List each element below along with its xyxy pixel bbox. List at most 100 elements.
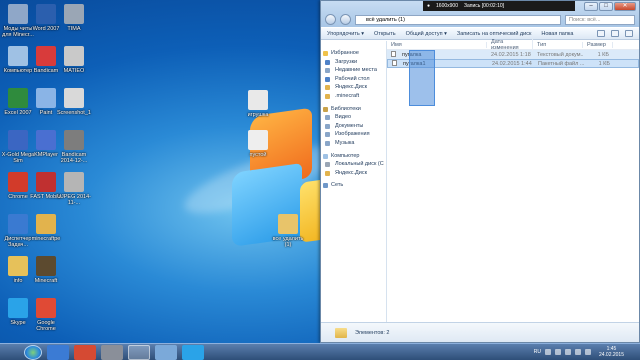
language-indicator[interactable]: RU	[534, 349, 541, 355]
desktop-icon[interactable]: minecraftpe	[28, 214, 64, 242]
nav-item[interactable]: .minecraft	[321, 92, 386, 101]
system-tray: RU 1:45 24.02.2015	[534, 346, 640, 358]
desktop-shortcut-icon	[36, 130, 56, 150]
word-icon[interactable]	[155, 344, 177, 360]
maximize-button[interactable]: □	[599, 2, 613, 11]
nav-item[interactable]: Яндекс.Диск	[321, 83, 386, 92]
ie-icon[interactable]	[47, 344, 69, 360]
column-name[interactable]: Имя	[387, 42, 487, 48]
desktop-shortcut-icon	[36, 214, 56, 234]
nav-item[interactable]: Документы	[321, 122, 386, 131]
desktop-icon[interactable]: все удалить (1)	[270, 214, 306, 248]
nav-item[interactable]: Яндекс.Диск	[321, 169, 386, 178]
desktop-icon-label: Google Chrome	[36, 320, 56, 332]
file-list: Имя Дата изменения Тип Размер пугалка 24…	[387, 39, 639, 322]
details-pane: Элементов: 2	[321, 322, 639, 342]
nav-item-label: Яндекс.Диск	[335, 169, 367, 176]
batch-file-icon	[392, 60, 397, 66]
desktop-icon-label: Bandicam 2014-12-...	[60, 152, 88, 164]
explorer-icon[interactable]	[128, 344, 150, 360]
nav-item[interactable]: Загрузки	[321, 58, 386, 67]
nav-item-label: Избранное	[331, 50, 359, 56]
minimize-button[interactable]: –	[584, 2, 598, 11]
desktop-icon[interactable]: Minecraft	[28, 256, 64, 284]
window-controls: – □ ✕	[584, 2, 636, 11]
desktop-icon[interactable]: игрушка	[240, 90, 276, 118]
network-icon[interactable]	[564, 349, 571, 355]
preview-pane-icon[interactable]	[611, 30, 619, 37]
desktop-icon-label: minecraftpe	[31, 236, 61, 242]
nav-group[interactable]: Компьютер	[321, 152, 386, 161]
desktop-icon-label: KMPlayer	[34, 152, 58, 158]
nav-item[interactable]: Недавние места	[321, 66, 386, 75]
burn-button[interactable]: Записать на оптический диск	[457, 31, 531, 37]
nav-item[interactable]: Рабочий стол	[321, 75, 386, 84]
desktop-shortcut-icon	[8, 214, 28, 234]
help-icon[interactable]	[625, 30, 633, 37]
nav-item-icon	[323, 51, 328, 56]
open-button[interactable]: Открыть	[374, 31, 396, 37]
nav-item-icon	[325, 93, 330, 99]
action-center-icon[interactable]	[584, 349, 591, 355]
media-player-icon[interactable]	[101, 344, 123, 360]
volume-icon[interactable]	[574, 349, 581, 355]
recorder-resolution: 1600x900	[436, 3, 458, 9]
desktop-icon-label: MATIEO	[63, 68, 85, 74]
column-date[interactable]: Дата изменения	[487, 39, 533, 51]
address-bar[interactable]: всё удалить (1)	[355, 14, 561, 25]
desktop-shortcut-icon	[64, 130, 84, 150]
desktop-icon-label: Bandicam	[33, 68, 59, 74]
back-button[interactable]	[325, 14, 336, 25]
recorder-bar: ● 1600x900 Запись [00:02:10]	[423, 1, 575, 11]
desktop-icon[interactable]: Screenshot_1	[56, 88, 92, 116]
nav-item[interactable]: Локальный диск (C	[321, 160, 386, 169]
desktop-shortcut-icon	[36, 172, 56, 192]
clock[interactable]: 1:45 24.02.2015	[599, 346, 624, 358]
tray-icon[interactable]	[554, 349, 561, 355]
window-titlebar[interactable]: ● 1600x900 Запись [00:02:10] – □ ✕ всё у…	[321, 1, 639, 27]
desktop-shortcut-icon	[36, 4, 56, 24]
skype-icon[interactable]	[182, 344, 204, 360]
desktop-icon[interactable]: Bandicam 2014-12-...	[56, 130, 92, 164]
desktop-icon[interactable]: пустой	[240, 130, 276, 158]
column-type[interactable]: Тип	[533, 42, 583, 48]
tray-icon[interactable]	[544, 349, 551, 355]
desktop-shortcut-icon	[36, 256, 56, 276]
close-button[interactable]: ✕	[614, 2, 636, 11]
nav-group[interactable]: Сеть	[321, 181, 386, 190]
chrome-icon[interactable]	[74, 344, 96, 360]
desktop-icon[interactable]: Google Chrome	[28, 298, 64, 332]
desktop-icon-label: Minecraft	[34, 278, 58, 284]
organize-button[interactable]: Упорядочить ▾	[327, 31, 364, 37]
nav-item-icon	[323, 183, 328, 189]
navigation-pane: Избранное Загрузки Недавние места Рабочий с…	[321, 41, 387, 322]
desktop-icon[interactable]: TIMA	[56, 4, 92, 32]
nav-item-icon	[325, 140, 330, 146]
nav-item[interactable]: Музыка	[321, 139, 386, 148]
view-options-icon[interactable]	[597, 30, 605, 37]
search-placeholder: Поиск: всё...	[569, 16, 601, 23]
file-type: Текстовый докум...	[537, 51, 583, 58]
folder-icon	[278, 214, 298, 234]
nav-group[interactable]: Избранное	[321, 49, 386, 58]
desktop-icon-label: игрушка	[247, 112, 269, 118]
column-size[interactable]: Размер	[583, 42, 613, 48]
share-button[interactable]: Общий доступ ▾	[406, 31, 447, 37]
search-input[interactable]: Поиск: всё...	[565, 14, 635, 25]
nav-item[interactable]: Видео	[321, 113, 386, 122]
forward-button[interactable]	[340, 14, 351, 25]
selection-rectangle	[409, 50, 435, 106]
column-headers: Имя Дата изменения Тип Размер	[387, 39, 639, 51]
computer-icon	[8, 46, 28, 66]
start-button[interactable]	[24, 344, 42, 360]
desktop-icon-label: Paint	[39, 110, 53, 116]
nav-item-label: Изображения	[335, 131, 370, 138]
desktop-shortcut-icon	[8, 4, 28, 24]
nav-group[interactable]: Библиотеки	[321, 105, 386, 114]
new-folder-button[interactable]: Новая папка	[541, 31, 573, 37]
text-file-icon	[391, 51, 396, 57]
desktop-icon[interactable]: MATIEO	[56, 46, 92, 74]
file-type: Пакетный файл ...	[538, 60, 584, 67]
nav-item[interactable]: Изображения	[321, 130, 386, 139]
desktop-icon[interactable]: UJPEG 2014-11-...	[56, 172, 92, 206]
